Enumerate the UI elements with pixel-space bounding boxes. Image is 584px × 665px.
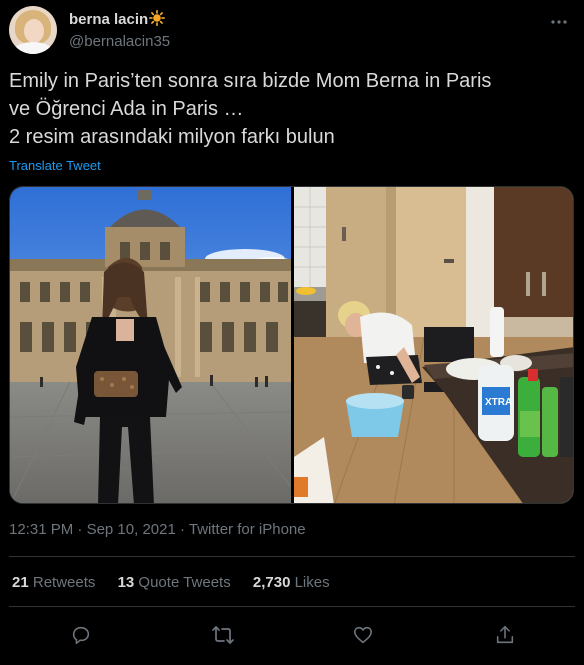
- separator: ·: [175, 521, 189, 538]
- retweets-stat[interactable]: 21 Retweets: [12, 574, 95, 591]
- translate-tweet-link[interactable]: Translate Tweet: [9, 158, 101, 173]
- tweet-date[interactable]: Sep 10, 2021: [87, 521, 176, 538]
- tweet-text-line: 2 resim arasındaki milyon farkı bulun: [9, 126, 335, 148]
- retweet-icon[interactable]: [209, 621, 237, 649]
- sun-emoji-icon: [149, 10, 166, 31]
- handle[interactable]: @bernalacin35: [69, 32, 170, 52]
- tweet-stats: 21 Retweets 13 Quote Tweets 2,730 Likes: [12, 574, 348, 591]
- retweets-label: Retweets: [32, 574, 96, 591]
- reply-icon[interactable]: [67, 621, 95, 649]
- likes-stat[interactable]: 2,730 Likes: [253, 574, 330, 591]
- tweet-text-line: Emily in Paris’ten sonra sıra bizde Mom …: [9, 70, 492, 92]
- photo-kitchen[interactable]: XTRA: [294, 187, 573, 503]
- retweets-count: 21: [12, 574, 29, 591]
- quote-tweets-count: 13: [117, 574, 135, 591]
- display-name[interactable]: berna lacin: [69, 10, 148, 30]
- tweet-header: berna lacin @bernalacin35: [9, 6, 575, 54]
- likes-count: 2,730: [252, 574, 291, 591]
- divider: [9, 556, 575, 557]
- share-icon[interactable]: [491, 621, 519, 649]
- likes-label: Likes: [294, 574, 330, 591]
- tweet-time[interactable]: 12:31 PM: [9, 521, 73, 538]
- more-options-icon[interactable]: [549, 12, 569, 32]
- divider: [9, 606, 575, 607]
- tweet-text-line: ve Öğrenci Ada in Paris …: [9, 98, 244, 120]
- author-names[interactable]: berna lacin @bernalacin35: [69, 10, 170, 52]
- quote-tweets-stat[interactable]: 13 Quote Tweets: [118, 574, 231, 591]
- heart-icon[interactable]: [349, 621, 377, 649]
- tweet-actions: [9, 621, 575, 651]
- svg-text:XTRA: XTRA: [485, 397, 512, 408]
- tweet-source[interactable]: Twitter for iPhone: [189, 521, 306, 538]
- tweet-text: Emily in Paris’ten sonra sıra bizde Mom …: [9, 67, 575, 151]
- quote-tweets-label: Quote Tweets: [138, 574, 231, 591]
- separator: ·: [73, 521, 87, 538]
- tweet-timestamp: 12:31 PM · Sep 10, 2021 · Twitter for iP…: [9, 521, 306, 538]
- tweet-card: berna lacin @bernalacin35 Emily in Paris…: [0, 0, 584, 665]
- tweet-media[interactable]: XTRA: [9, 186, 574, 504]
- photo-louvre[interactable]: [10, 187, 297, 503]
- avatar[interactable]: [9, 6, 57, 54]
